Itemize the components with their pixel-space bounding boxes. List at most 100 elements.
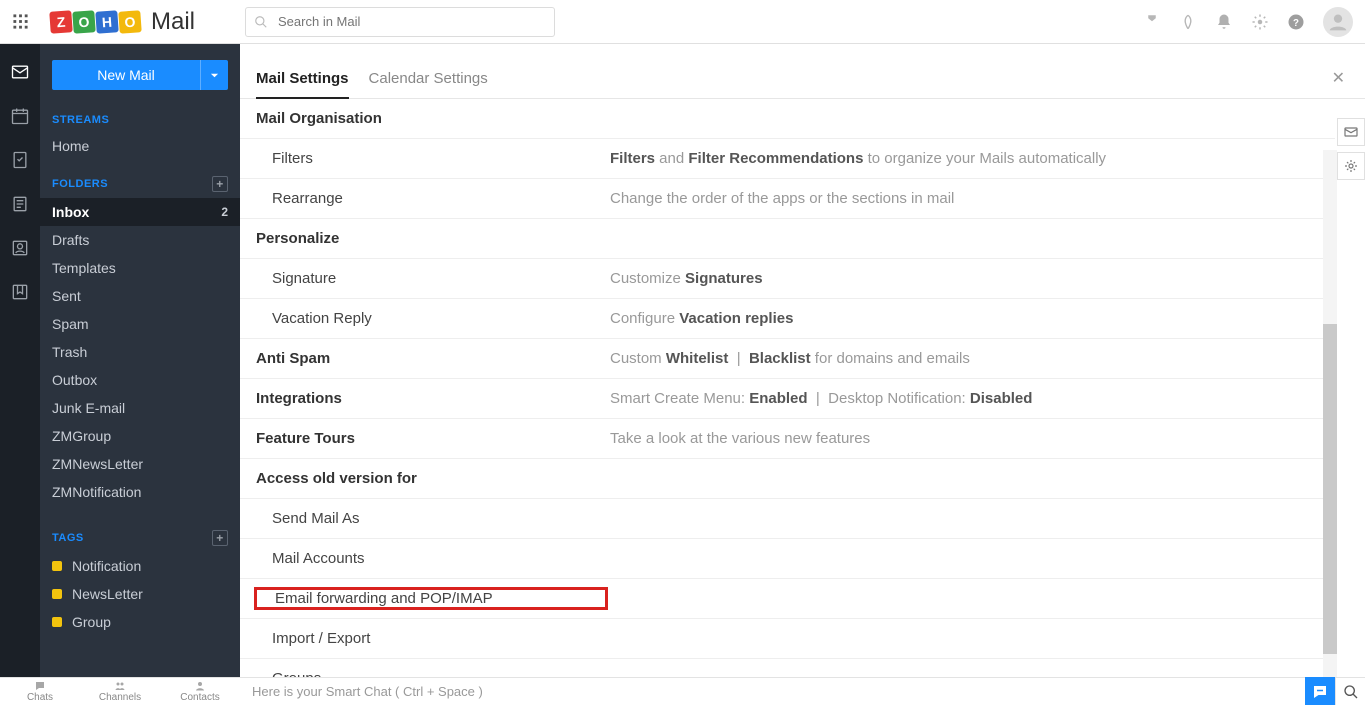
- nav-label: ZMNotification: [52, 484, 141, 500]
- settings-desc: Take a look at the various new features: [610, 430, 1335, 447]
- sidebar-item-spam[interactable]: Spam: [40, 310, 240, 338]
- settings-row[interactable]: FiltersFilters and Filter Recommendation…: [240, 139, 1335, 179]
- settings-label: Import / Export: [256, 630, 610, 647]
- tag-swatch: [52, 589, 62, 599]
- content: Mail SettingsCalendar Settings ✕ Mail Or…: [240, 44, 1365, 677]
- settings-row[interactable]: Email forwarding and POP/IMAP: [240, 579, 1335, 619]
- settings-row[interactable]: IntegrationsSmart Create Menu: Enabled |…: [240, 379, 1335, 419]
- footer-search-icon[interactable]: [1335, 678, 1365, 705]
- streams-header: STREAMS: [40, 108, 240, 132]
- sidebar-item-outbox[interactable]: Outbox: [40, 366, 240, 394]
- settings-list[interactable]: Mail Organisation FiltersFilters and Filt…: [240, 99, 1365, 677]
- nav-label: Outbox: [52, 372, 97, 388]
- settings-row[interactable]: RearrangeChange the order of the apps or…: [240, 179, 1335, 219]
- svg-text:?: ?: [1293, 17, 1299, 28]
- settings-label: Mail Accounts: [256, 550, 610, 567]
- right-mail-icon[interactable]: [1337, 118, 1365, 146]
- sidebar-item-junk-e-mail[interactable]: Junk E-mail: [40, 394, 240, 422]
- nav-label: ZMGroup: [52, 428, 111, 444]
- bell-icon[interactable]: [1215, 13, 1233, 31]
- sidebar-item-zmgroup[interactable]: ZMGroup: [40, 422, 240, 450]
- nav-label: Trash: [52, 344, 87, 360]
- settings-row[interactable]: Mail Accounts: [240, 539, 1335, 579]
- add-folder-icon[interactable]: +: [212, 176, 228, 192]
- logo-letter: O: [118, 10, 141, 33]
- sidebar-item-inbox[interactable]: Inbox2: [40, 198, 240, 226]
- tab-calendar-settings[interactable]: Calendar Settings: [369, 70, 488, 98]
- settings-row[interactable]: Access old version for: [240, 459, 1335, 499]
- rail-tasks-icon[interactable]: [10, 150, 30, 170]
- footer-chats[interactable]: Chats: [0, 680, 80, 703]
- footer: Chats Channels Contacts Here is your Sma…: [0, 677, 1365, 705]
- tag-swatch: [52, 617, 62, 627]
- tag-item-newsletter[interactable]: NewsLetter: [40, 580, 240, 608]
- settings-label: Groups: [256, 670, 610, 677]
- folders-title: FOLDERS: [52, 178, 108, 190]
- settings-label: Access old version for: [256, 470, 610, 487]
- nav-label: Sent: [52, 288, 81, 304]
- new-mail-button[interactable]: New Mail: [52, 60, 228, 90]
- settings-label: Send Mail As: [256, 510, 610, 527]
- rail-bookmark-icon[interactable]: [10, 282, 30, 302]
- settings-desc: Change the order of the apps or the sect…: [610, 190, 1335, 207]
- footer-channels[interactable]: Channels: [80, 680, 160, 703]
- nav-label: Templates: [52, 260, 116, 276]
- avatar[interactable]: [1323, 7, 1353, 37]
- settings-row[interactable]: Groups: [240, 659, 1335, 677]
- zoho-mail-logo[interactable]: ZOHO Mail: [40, 8, 205, 36]
- search-box[interactable]: [245, 7, 555, 37]
- tag-swatch: [52, 561, 62, 571]
- chat-bubble-icon[interactable]: [1305, 677, 1335, 705]
- rail-mail-icon[interactable]: [10, 62, 30, 82]
- tab-mail-settings[interactable]: Mail Settings: [256, 70, 349, 99]
- right-gear-icon[interactable]: [1337, 152, 1365, 180]
- tag-item-notification[interactable]: Notification: [40, 552, 240, 580]
- sidebar-item-home[interactable]: Home: [40, 132, 240, 160]
- sidebar-item-trash[interactable]: Trash: [40, 338, 240, 366]
- icon-rail: [0, 44, 40, 677]
- footer-contacts[interactable]: Contacts: [160, 680, 240, 703]
- search-input[interactable]: [276, 13, 546, 30]
- attachment-icon[interactable]: [1143, 13, 1161, 31]
- settings-row[interactable]: Send Mail As: [240, 499, 1335, 539]
- add-tag-icon[interactable]: +: [212, 530, 228, 546]
- settings-desc: Custom Whitelist | Blacklist for domains…: [610, 350, 1335, 367]
- scrollbar-thumb[interactable]: [1323, 324, 1337, 654]
- sidebar: New Mail STREAMS Home FOLDERS + Inbox2Dr…: [40, 44, 240, 677]
- settings-label: Email forwarding and POP/IMAP: [254, 587, 608, 610]
- settings-row[interactable]: Import / Export: [240, 619, 1335, 659]
- settings-row[interactable]: SignatureCustomize Signatures: [240, 259, 1335, 299]
- settings-row[interactable]: Mail Organisation: [240, 99, 1335, 139]
- sidebar-item-drafts[interactable]: Drafts: [40, 226, 240, 254]
- new-mail-label: New Mail: [52, 67, 200, 83]
- settings-label: Rearrange: [256, 190, 610, 207]
- nav-label: Notification: [72, 558, 141, 574]
- settings-row[interactable]: Feature ToursTake a look at the various …: [240, 419, 1335, 459]
- settings-label: Vacation Reply: [256, 310, 610, 327]
- settings-row[interactable]: Vacation ReplyConfigure Vacation replies: [240, 299, 1335, 339]
- settings-label: Filters: [256, 150, 610, 167]
- sidebar-item-sent[interactable]: Sent: [40, 282, 240, 310]
- nav-label: NewsLetter: [72, 586, 143, 602]
- help-icon[interactable]: ?: [1287, 13, 1305, 31]
- nav-label: Group: [72, 614, 111, 630]
- settings-label: Anti Spam: [256, 350, 610, 367]
- rail-notes-icon[interactable]: [10, 194, 30, 214]
- new-mail-dropdown[interactable]: [200, 60, 228, 90]
- rail-contacts-icon[interactable]: [10, 238, 30, 258]
- app-header: ZOHO Mail ?: [0, 0, 1365, 44]
- gear-icon[interactable]: [1251, 13, 1269, 31]
- leaf-icon[interactable]: [1179, 13, 1197, 31]
- sidebar-item-templates[interactable]: Templates: [40, 254, 240, 282]
- sidebar-item-zmnewsletter[interactable]: ZMNewsLetter: [40, 450, 240, 478]
- apps-launcher-icon[interactable]: [0, 0, 40, 44]
- tags-header: TAGS +: [40, 524, 240, 552]
- settings-row[interactable]: Personalize: [240, 219, 1335, 259]
- sidebar-item-zmnotification[interactable]: ZMNotification: [40, 478, 240, 506]
- tag-item-group[interactable]: Group: [40, 608, 240, 636]
- rail-calendar-icon[interactable]: [10, 106, 30, 126]
- settings-label: Mail Organisation: [256, 110, 610, 127]
- smart-chat-hint[interactable]: Here is your Smart Chat ( Ctrl + Space ): [240, 684, 1305, 699]
- header-icons: ?: [1143, 7, 1365, 37]
- settings-row[interactable]: Anti SpamCustom Whitelist | Blacklist fo…: [240, 339, 1335, 379]
